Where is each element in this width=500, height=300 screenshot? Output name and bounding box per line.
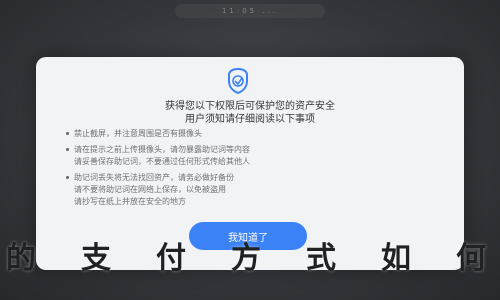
caption-char: 付 (156, 241, 194, 276)
status-pill: 11:05 ... (175, 4, 325, 18)
notice-list: 禁止截屏，并注意周围是否有摄像头 请在提示之前上传摄像头，请勿暴露助记词等内容 … (66, 128, 436, 212)
caption-char: 何 (456, 241, 494, 276)
dialog-title-line-2: 用户须知请仔细阅读以下事项 (185, 114, 315, 125)
bullet-dot (66, 176, 69, 179)
status-text: 11:05 ... (221, 7, 279, 15)
dialog-title-line-1: 获得您以下权限后可保护您的资产安全 (165, 101, 335, 112)
caption-char: 方 (231, 241, 269, 276)
notice-text: 禁止截屏，并注意周围是否有摄像头 (74, 129, 202, 138)
notice-text: 请不要将助记词在网络上保存，以免被盗用 (74, 185, 226, 194)
bullet-dot (66, 148, 69, 151)
notice-item-2: 请在提示之前上传摄像头，请勿暴露助记词等内容 请妥善保存助记词，不要通过任何形式… (66, 144, 436, 168)
caption-char: 支 (81, 241, 119, 276)
caption-char: 的 (6, 241, 44, 276)
notice-item-1: 禁止截屏，并注意周围是否有摄像头 (66, 128, 436, 140)
notice-text: 请在提示之前上传摄像头，请勿暴露助记词等内容 (74, 145, 250, 154)
caption-char: 如 (381, 241, 419, 276)
notice-text: 请抄写在纸上并放在安全的地方 (74, 197, 186, 206)
bullet-dot (66, 132, 69, 135)
caption-char: 式 (306, 241, 344, 276)
status-bar: 11:05 ... (0, 0, 500, 22)
notice-text: 请妥善保存助记词，不要通过任何形式传给其他人 (74, 157, 250, 166)
overlay-caption: 的 支 付 方 式 如 何 (0, 238, 500, 276)
notice-item-3: 助记词丢失将无法找回资产，请务必做好备份 请不要将助记词在网络上保存，以免被盗用… (66, 172, 436, 208)
notice-text: 助记词丢失将无法找回资产，请务必做好备份 (74, 173, 234, 182)
shield-icon (228, 67, 248, 95)
dialog-title: 获得您以下权限后可保护您的资产安全 用户须知请仔细阅读以下事项 (36, 100, 464, 126)
